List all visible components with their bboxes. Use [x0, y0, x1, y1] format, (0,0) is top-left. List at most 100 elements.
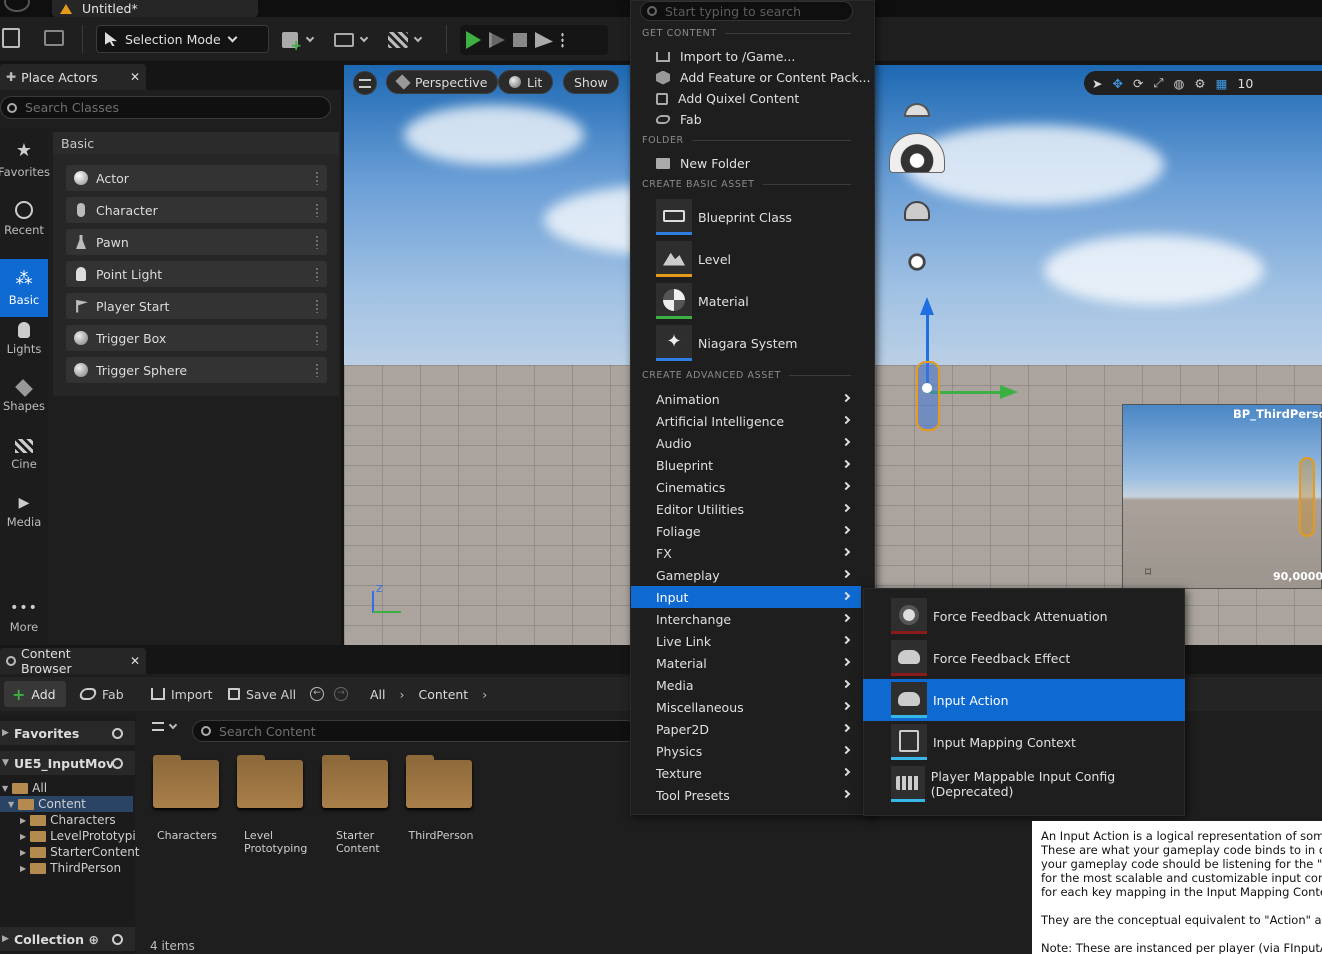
viewport-menu-button[interactable]: [353, 71, 377, 95]
perspective-button[interactable]: Perspective: [386, 70, 499, 94]
move-icon[interactable]: ✥: [1112, 76, 1122, 91]
actor-item-player-start[interactable]: Player Start: [66, 293, 327, 319]
menu-item-media[interactable]: Media: [631, 674, 861, 696]
breadcrumb-content[interactable]: Content: [419, 687, 469, 702]
rail-item-recent[interactable]: Recent: [0, 190, 48, 248]
import-button[interactable]: Import: [151, 681, 213, 707]
menu-item-import[interactable]: Import to /Game...: [656, 46, 795, 67]
content-browser-tab[interactable]: Content Browser ✕: [0, 646, 146, 676]
menu-item-tool-presets[interactable]: Tool Presets: [631, 784, 861, 806]
favorites-header[interactable]: ▶ Favorites: [0, 721, 135, 745]
menu-item-fab[interactable]: Fab: [654, 109, 702, 130]
menu-item-foliage[interactable]: Foliage: [631, 520, 861, 542]
menu-item-new-folder[interactable]: New Folder: [656, 153, 750, 174]
snap-surface-icon[interactable]: ⚙: [1194, 76, 1205, 91]
selection-mode-dropdown[interactable]: Selection Mode: [96, 25, 269, 53]
folder-characters[interactable]: [153, 755, 219, 808]
back-icon[interactable]: ←: [310, 687, 324, 701]
fab-button[interactable]: Fab: [78, 681, 124, 707]
play-icon[interactable]: [466, 31, 481, 49]
add-collection-icon[interactable]: ⊕: [89, 932, 99, 947]
drag-handle-icon[interactable]: [315, 203, 319, 217]
menu-item-cinematics[interactable]: Cinematics: [631, 476, 861, 498]
breadcrumb-all[interactable]: All: [370, 687, 386, 702]
search-icon[interactable]: [112, 933, 123, 945]
more-options-icon[interactable]: [561, 32, 564, 48]
menu-item-fx[interactable]: FX: [631, 542, 861, 564]
project-header[interactable]: ▼ UE5_InputMov: [0, 751, 135, 775]
submenu-item-input-action[interactable]: Input Action: [863, 679, 1185, 721]
grid-snap-icon[interactable]: ▦: [1216, 76, 1228, 91]
stop-icon[interactable]: [513, 33, 527, 47]
menu-item-blueprint-class[interactable]: Blueprint Class: [656, 198, 792, 236]
menu-item-paper2d[interactable]: Paper2D: [631, 718, 861, 740]
menu-item-material[interactable]: Material: [656, 282, 749, 320]
add-button[interactable]: + Add: [4, 681, 66, 707]
gizmo-y-axis[interactable]: [930, 391, 1004, 394]
menu-item-level[interactable]: Level: [656, 240, 731, 278]
menu-item-live-link[interactable]: Live Link: [631, 630, 861, 652]
rotate-icon[interactable]: ⟳: [1133, 76, 1143, 91]
menu-item-physics[interactable]: Physics: [631, 740, 861, 762]
search-content-input[interactable]: Search Content: [192, 720, 637, 742]
rail-item-lights[interactable]: Lights: [0, 310, 48, 368]
lit-button[interactable]: Lit: [498, 70, 554, 94]
rail-item-media[interactable]: ▶ Media: [0, 483, 48, 541]
menu-item-texture[interactable]: Texture: [631, 762, 861, 784]
tree-item-thirdperson[interactable]: ▶ ThirdPerson: [20, 860, 121, 876]
show-button[interactable]: Show: [563, 70, 619, 94]
search-icon[interactable]: [112, 727, 123, 739]
save-all-button[interactable]: Save All: [228, 681, 296, 707]
folder-starter-content[interactable]: [322, 755, 388, 808]
submenu-item-player-mappable-input-config[interactable]: Player Mappable Input Config (Deprecated…: [863, 763, 1185, 805]
actor-item-character[interactable]: Character: [66, 197, 327, 223]
menu-item-editor-utilities[interactable]: Editor Utilities: [631, 498, 861, 520]
tree-item-levelprototyping[interactable]: ▶ LevelPrototypi: [20, 828, 136, 844]
menu-item-add-feature[interactable]: Add Feature or Content Pack...: [656, 67, 871, 88]
drag-handle-icon[interactable]: [315, 235, 319, 249]
grid-value[interactable]: 10: [1237, 76, 1253, 91]
actor-item-actor[interactable]: Actor: [66, 165, 327, 191]
folder-level-prototyping[interactable]: [237, 755, 303, 808]
actor-item-trigger-box[interactable]: Trigger Box: [66, 325, 327, 351]
tree-item-all[interactable]: ▼ All: [2, 780, 47, 796]
search-icon[interactable]: [112, 757, 123, 769]
browse-icon[interactable]: [44, 30, 64, 46]
menu-item-interchange[interactable]: Interchange: [631, 608, 861, 630]
level-tab[interactable]: Untitled*: [52, 0, 258, 17]
drag-handle-icon[interactable]: [315, 299, 319, 313]
world-icon[interactable]: ◍: [1173, 76, 1184, 91]
menu-item-gameplay[interactable]: Gameplay: [631, 564, 861, 586]
menu-item-animation[interactable]: Animation: [631, 388, 861, 410]
sky-atmosphere-icon[interactable]: [904, 249, 930, 275]
place-actors-tab[interactable]: ✚ Place Actors ✕: [0, 64, 146, 90]
rail-item-favorites[interactable]: ★ Favorites: [0, 130, 50, 188]
actor-item-pawn[interactable]: Pawn: [66, 229, 327, 255]
drag-handle-icon[interactable]: [315, 171, 319, 185]
gizmo-pivot[interactable]: [922, 383, 932, 393]
player-start-actor[interactable]: [916, 361, 940, 431]
menu-item-miscellaneous[interactable]: Miscellaneous: [631, 696, 861, 718]
eject-icon[interactable]: [535, 32, 553, 48]
actor-item-trigger-sphere[interactable]: Trigger Sphere: [66, 357, 327, 383]
menu-item-quixel[interactable]: Add Quixel Content: [656, 88, 799, 109]
close-icon[interactable]: ✕: [130, 654, 140, 668]
tree-item-characters[interactable]: ▶ Characters: [20, 812, 116, 828]
unreal-logo-icon[interactable]: [4, 0, 30, 12]
menu-item-input[interactable]: Input: [631, 586, 861, 608]
step-icon[interactable]: [489, 32, 505, 48]
cinematics-button[interactable]: [382, 25, 427, 55]
rail-item-shapes[interactable]: Shapes: [0, 368, 48, 426]
menu-search-input[interactable]: Start typing to search: [640, 1, 853, 21]
actor-item-point-light[interactable]: Point Light: [66, 261, 327, 287]
scale-icon[interactable]: ⤢: [1153, 75, 1163, 91]
submenu-item-force-feedback-attenuation[interactable]: Force Feedback Attenuation: [863, 595, 1185, 637]
rail-item-more[interactable]: ••• More: [0, 588, 48, 646]
save-icon[interactable]: [2, 28, 20, 48]
tree-item-startercontent[interactable]: ▶ StarterContent: [20, 844, 140, 860]
gizmo-z-arrow[interactable]: [920, 297, 934, 315]
submenu-item-input-mapping-context[interactable]: Input Mapping Context: [863, 721, 1185, 763]
drag-handle-icon[interactable]: [315, 267, 319, 281]
sky-light-icon[interactable]: [904, 103, 930, 117]
gizmo-y-arrow[interactable]: [1000, 385, 1018, 399]
